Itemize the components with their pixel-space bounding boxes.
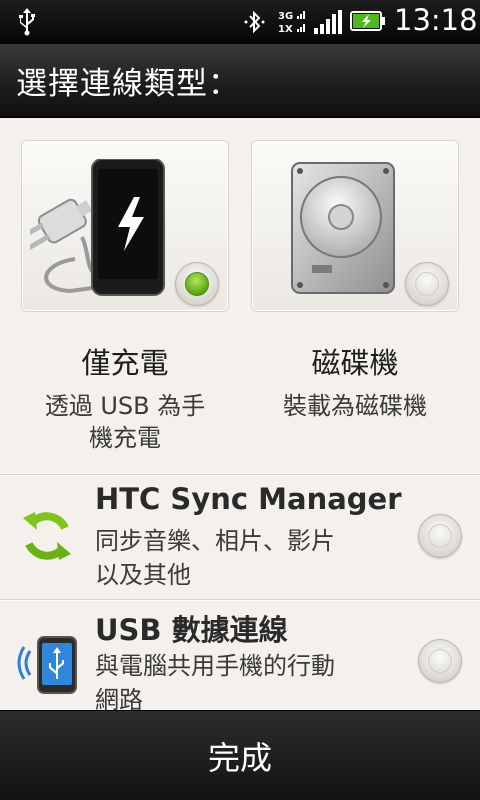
charge-only-radio[interactable] (175, 262, 219, 306)
charge-only-title: 僅充電 (81, 346, 169, 380)
htc-sync-radio[interactable] (418, 514, 462, 558)
disk-drive-option[interactable] (251, 140, 459, 312)
usb-tethering-title: USB 數據連線 (95, 613, 288, 647)
page-title: 選擇連線類型： (16, 66, 240, 102)
usb-tethering-radio[interactable] (418, 639, 462, 683)
disk-drive-desc: 裝載為磁碟機 (283, 392, 427, 420)
bottom-bar: 完成 (0, 710, 480, 800)
disk-drive-title: 磁碟機 (311, 346, 399, 380)
charge-only-desc: 透過 USB 為手 機充電 (44, 392, 206, 452)
signal-icon (314, 10, 342, 34)
connection-type-list: 僅充電 透過 USB 為手 機充電 磁碟機 裝載為磁碟機 HTC Sync Ma… (0, 118, 480, 710)
status-bar: 3G 1X 13:18 (0, 0, 480, 44)
usb-tethering-icon (17, 636, 77, 694)
svg-text:3G: 3G (278, 11, 293, 22)
network-3g-icon: 3G 1X (278, 11, 305, 35)
charging-phone-icon (30, 159, 165, 296)
htc-sync-desc: 同步音樂、相片、影片 以及其他 (95, 527, 335, 589)
disk-drive-icon (291, 162, 395, 294)
battery-charging-icon (350, 11, 385, 31)
clock: 13:18 (394, 3, 478, 37)
charge-only-option[interactable] (21, 140, 229, 312)
list-item-usb-tethering[interactable]: USB 數據連線 與電腦共用手機的行動 網路 (0, 601, 480, 710)
usb-tethering-desc: 與電腦共用手機的行動 網路 (95, 652, 335, 710)
title-bar: 選擇連線類型： (0, 44, 480, 118)
svg-text:1X: 1X (278, 24, 293, 35)
done-button[interactable]: 完成 (0, 711, 480, 800)
list-item-htc-sync[interactable]: HTC Sync Manager 同步音樂、相片、影片 以及其他 (0, 476, 480, 599)
usb-icon (19, 8, 35, 36)
sync-icon (23, 512, 71, 560)
bluetooth-icon (244, 10, 265, 34)
disk-drive-radio[interactable] (405, 262, 449, 306)
htc-sync-title: HTC Sync Manager (95, 482, 402, 516)
